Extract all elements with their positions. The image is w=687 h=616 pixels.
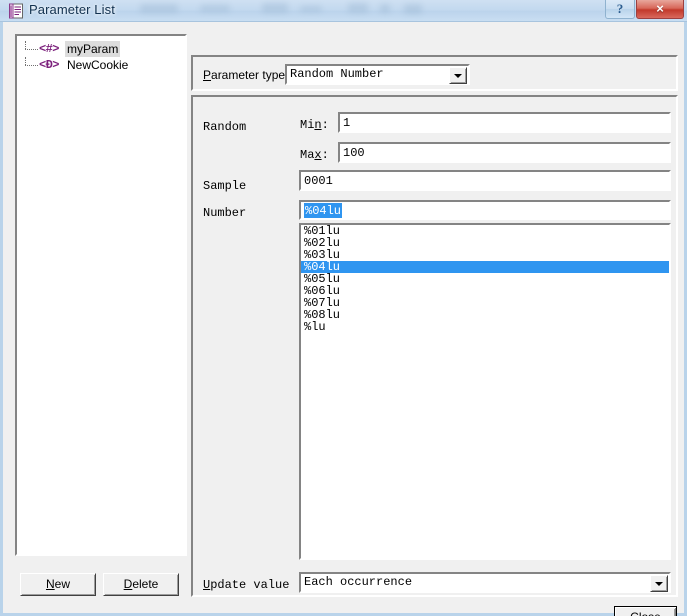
number-format-option[interactable]: %07lu [301,297,669,309]
random-label: Random [203,120,247,134]
glass-smudge [300,6,322,12]
number-label: Number [203,206,247,220]
window-title: Parameter List [29,2,115,17]
sample-label: Sample [203,179,247,193]
number-format-option[interactable]: %02lu [301,237,669,249]
new-button-label: New [45,577,70,591]
tree-connector-icon [17,41,39,57]
tree-connector-icon [17,57,39,73]
parameter-list-window: Parameter List ? × <#> myParam <Ɖ> NewCook… [0,0,687,616]
number-format-option[interactable]: %05lu [301,273,669,285]
number-format-option[interactable]: %03lu [301,249,669,261]
cookie-param-icon: <Ɖ> [39,58,59,72]
title-bar: Parameter List ? × [0,0,687,22]
glass-smudge [262,3,288,13]
update-value-label: Update value [203,578,290,592]
help-button[interactable]: ? [605,0,635,19]
help-icon: ? [616,1,624,16]
glass-smudge [404,4,422,14]
dialog-client-area: <#> myParam <Ɖ> NewCookie New Delete Param… [0,22,687,616]
number-format-listbox[interactable]: %01lu %02lu %03lu %04lu %05lu %06lu %07lu %08lu… [299,223,671,560]
parameter-type-label: Parameter type: [203,68,289,82]
document-list-icon [8,3,24,19]
close-dialog-button-label: Close [630,610,661,616]
parameter-type-value: Random Number [290,67,384,81]
parameter-tree-inner: <#> myParam <Ɖ> NewCookie [17,36,185,554]
glass-smudge [200,5,230,12]
update-value-combobox[interactable]: Each occurrence [299,572,671,593]
delete-button[interactable]: Delete [103,573,179,596]
glass-smudge [140,4,178,13]
update-value-text: Each occurrence [304,575,413,589]
parameter-type-group: Parameter type: Random Number [191,55,678,91]
window-close-button[interactable]: × [636,0,684,19]
number-format-option[interactable]: %04lu [301,261,669,273]
number-format-option[interactable]: %06lu [301,285,669,297]
glass-smudge [348,3,368,13]
glass-smudge [380,4,390,13]
number-format-option[interactable]: %08lu [301,309,669,321]
min-label: Min: [300,118,329,132]
close-icon: × [656,1,664,16]
hash-param-icon: <#> [39,42,59,56]
parameter-type-combobox[interactable]: Random Number [285,64,470,85]
number-format-value: %04lu [304,203,343,218]
min-input[interactable]: 1 [338,112,671,133]
parameter-details-group: Random Min: 1 Max: 100 Sample 0001 Numbe… [191,95,678,597]
new-button[interactable]: New [20,573,96,596]
number-format-option[interactable]: %01lu [301,225,669,237]
max-input[interactable]: 100 [338,142,671,163]
tree-item-label: NewCookie [67,58,129,72]
tree-item-myparam[interactable]: <#> myParam [17,41,185,57]
number-format-input[interactable]: %04lu [299,200,671,220]
tree-item-newcookie[interactable]: <Ɖ> NewCookie [17,57,185,73]
close-dialog-button[interactable]: Close [614,606,677,616]
delete-button-label: Delete [123,577,159,591]
tree-item-label: myParam [65,41,121,57]
chevron-down-icon[interactable] [449,67,467,84]
number-format-option[interactable]: %lu [301,321,669,333]
chevron-down-icon[interactable] [650,575,668,592]
max-label: Max: [300,148,329,162]
sample-field: 0001 [299,170,671,191]
parameter-tree[interactable]: <#> myParam <Ɖ> NewCookie [15,34,187,556]
